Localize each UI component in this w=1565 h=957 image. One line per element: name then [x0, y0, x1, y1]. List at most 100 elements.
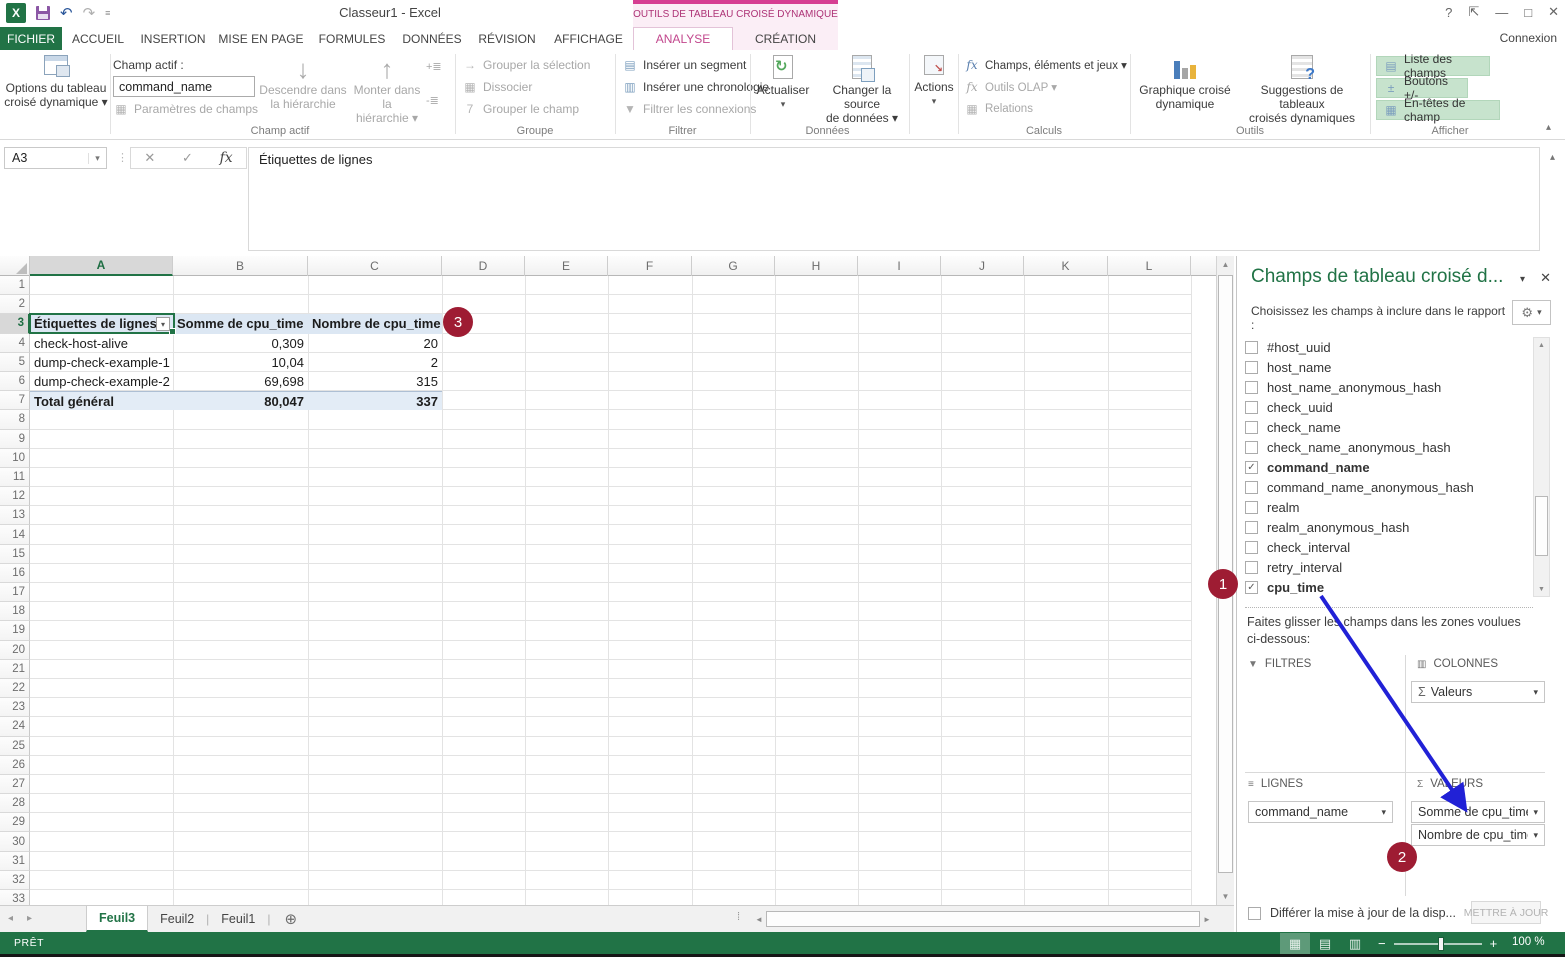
add-sheet-icon[interactable]: ⊕	[284, 906, 297, 932]
formula-input[interactable]: Étiquettes de lignes	[248, 147, 1540, 251]
pivot-total-sum-cell[interactable]: 80,047	[173, 391, 308, 410]
row-header[interactable]: 14	[0, 525, 30, 544]
save-icon[interactable]	[36, 6, 50, 20]
expand-field-icon[interactable]: +≣	[426, 60, 442, 73]
field-item[interactable]: realm_anonymous_hash	[1245, 517, 1533, 537]
field-item[interactable]: host_name	[1245, 357, 1533, 377]
insert-slicer-button[interactable]: ▤ Insérer un segment	[622, 58, 746, 72]
item-dropdown-icon[interactable]: ▾	[1533, 830, 1538, 841]
field-item[interactable]: check_name	[1245, 417, 1533, 437]
field-list-toggle[interactable]: ▤ Liste des champs	[1376, 56, 1490, 76]
enter-icon[interactable]: ✓	[182, 150, 193, 166]
row-header[interactable]: 2	[0, 295, 30, 314]
field-item-cpu-time[interactable]: ✓cpu_time	[1245, 577, 1533, 597]
column-header-b[interactable]: B	[173, 256, 308, 276]
row-header[interactable]: 9	[0, 430, 30, 449]
qat-customize-icon[interactable]: ≡	[105, 8, 110, 18]
row-header[interactable]: 16	[0, 564, 30, 583]
row-header[interactable]: 32	[0, 871, 30, 890]
restore-icon[interactable]: □	[1524, 5, 1532, 20]
pivot-row-count[interactable]: 20	[308, 334, 442, 353]
field-item-command-name[interactable]: ✓command_name	[1245, 457, 1533, 477]
column-header-i[interactable]: I	[858, 256, 941, 276]
collapse-ribbon-icon[interactable]: ▴	[1546, 122, 1551, 133]
plus-minus-buttons-toggle[interactable]: ± Boutons +/-	[1376, 78, 1468, 98]
pivot-total-count-cell[interactable]: 337	[308, 391, 442, 410]
item-dropdown-icon[interactable]: ▾	[1533, 687, 1538, 698]
zoom-level[interactable]: 100 %	[1512, 936, 1545, 948]
horizontal-scroll-thumb[interactable]	[766, 911, 1200, 927]
row-header[interactable]: 12	[0, 487, 30, 506]
field-checkbox[interactable]	[1245, 521, 1258, 534]
tab-formules[interactable]: FORMULES	[310, 27, 394, 50]
field-item[interactable]: check_name_anonymous_hash	[1245, 437, 1533, 457]
pane-tools-button[interactable]: ⚙ ▾	[1512, 300, 1551, 325]
column-header-k[interactable]: K	[1024, 256, 1108, 276]
formula-bar-collapse-icon[interactable]: ▴	[1550, 152, 1555, 163]
scroll-down-icon[interactable]: ▼	[1534, 582, 1549, 596]
row-labels-filter-icon[interactable]: ▾	[156, 317, 170, 331]
insert-timeline-button[interactable]: ▥ Insérer une chronologie	[622, 80, 769, 94]
row-header[interactable]: 24	[0, 717, 30, 736]
pivot-row-sum[interactable]: 10,04	[173, 353, 308, 372]
group-selection-button[interactable]: → Grouper la sélection	[462, 58, 590, 72]
redo-icon[interactable]: ↷	[83, 4, 96, 22]
column-header-l[interactable]: L	[1108, 256, 1191, 276]
row-header[interactable]: 18	[0, 602, 30, 621]
undo-icon[interactable]: ↶	[60, 4, 73, 22]
ribbon-display-options-icon[interactable]: ⇱	[1468, 4, 1479, 20]
field-item[interactable]: host_name_anonymous_hash	[1245, 377, 1533, 397]
tab-revision[interactable]: RÉVISION	[470, 27, 544, 50]
field-checkbox[interactable]	[1245, 361, 1258, 374]
zoom-out-icon[interactable]: −	[1378, 936, 1386, 951]
tab-donnees[interactable]: DONNÉES	[394, 27, 470, 50]
pivot-row-name[interactable]: dump-check-example-1	[30, 353, 173, 372]
row-header[interactable]: 26	[0, 756, 30, 775]
sheet-tab-feuil1[interactable]: Feuil1	[209, 906, 267, 932]
row-header[interactable]: 13	[0, 506, 30, 525]
field-checkbox[interactable]	[1245, 561, 1258, 574]
row-header[interactable]: 19	[0, 621, 30, 640]
field-checkbox[interactable]	[1245, 501, 1258, 514]
row-header[interactable]: 6	[0, 372, 30, 391]
help-icon[interactable]: ?	[1445, 5, 1452, 20]
field-checkbox[interactable]	[1245, 441, 1258, 454]
recommended-pivottables-button[interactable]: Suggestions de tableaux croisés dynamiqu…	[1238, 55, 1366, 125]
row-headers[interactable]: 1234567891011121314151617181920212223242…	[0, 276, 30, 905]
field-item[interactable]: command_name_anonymous_hash	[1245, 477, 1533, 497]
field-item[interactable]: check_uuid	[1245, 397, 1533, 417]
row-header[interactable]: 1	[0, 276, 30, 295]
row-header[interactable]: 25	[0, 737, 30, 756]
row-header[interactable]: 20	[0, 641, 30, 660]
pivot-row-sum[interactable]: 69,698	[173, 372, 308, 391]
connexion-link[interactable]: Connexion	[1500, 31, 1557, 45]
field-checkbox[interactable]	[1245, 401, 1258, 414]
zoom-slider-thumb[interactable]	[1438, 937, 1444, 951]
tab-accueil[interactable]: ACCUEIL	[62, 27, 134, 50]
tab-scroll-split-handle[interactable]: ⁞	[737, 911, 740, 923]
pane-options-icon[interactable]: ▾	[1520, 274, 1525, 285]
zoom-slider[interactable]	[1394, 943, 1482, 945]
sheet-nav-arrows[interactable]: ◂▸	[8, 913, 46, 924]
pivot-sum-header-cell[interactable]: Somme de cpu_time	[173, 314, 308, 333]
close-icon[interactable]: ✕	[1548, 4, 1559, 20]
tab-mise-en-page[interactable]: MISE EN PAGE	[212, 27, 310, 50]
row-header[interactable]: 28	[0, 794, 30, 813]
name-box-dropdown-icon[interactable]: ▾	[88, 153, 106, 164]
row-header[interactable]: 27	[0, 775, 30, 794]
field-checkbox[interactable]	[1245, 421, 1258, 434]
field-item[interactable]: #host_uuid	[1245, 337, 1533, 357]
ungroup-button[interactable]: ▦ Dissocier	[462, 80, 532, 94]
scroll-down-icon[interactable]: ▼	[1217, 888, 1234, 905]
olap-tools-button[interactable]: fx Outils OLAP ▾	[964, 80, 1057, 94]
column-header-a[interactable]: A	[30, 256, 173, 276]
pivot-count-header-cell[interactable]: Nombre de cpu_time	[308, 314, 442, 333]
collapse-field-icon[interactable]: -≣	[426, 94, 439, 107]
minimize-icon[interactable]: —	[1495, 5, 1508, 20]
field-headers-toggle[interactable]: ▦ En-têtes de champ	[1376, 100, 1500, 120]
relationships-button[interactable]: ▦ Relations	[964, 102, 1033, 116]
tab-creation[interactable]: CRÉATION	[733, 27, 838, 50]
column-header-g[interactable]: G	[692, 256, 775, 276]
rows-zone-item-command-name[interactable]: command_name ▾	[1248, 801, 1393, 823]
item-dropdown-icon[interactable]: ▾	[1533, 807, 1538, 818]
